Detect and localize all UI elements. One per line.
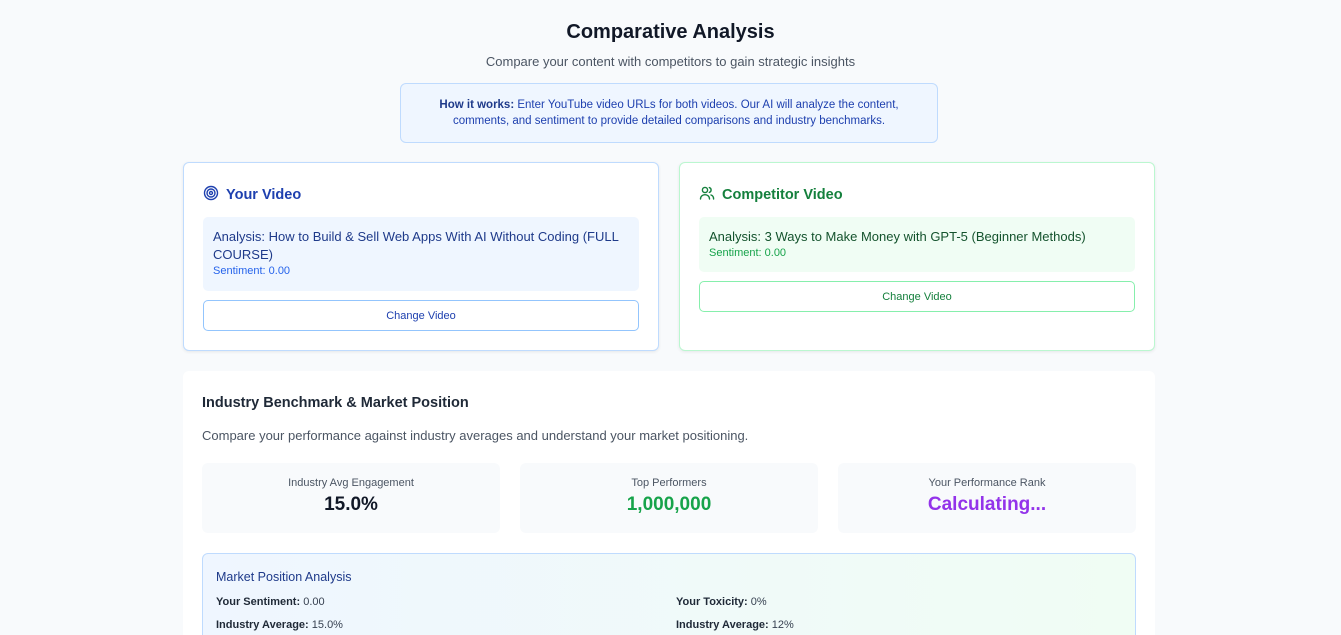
industry-benchmark-section: Industry Benchmark & Market Position Com… (183, 371, 1155, 635)
page-title: Comparative Analysis (566, 21, 775, 43)
row-label: Industry Average: (216, 619, 309, 631)
metric-value: 1,000,000 (626, 494, 712, 515)
how-it-works-label: How it works: (439, 99, 515, 111)
market-position-analysis: Market Position Analysis Your Sentiment:… (202, 553, 1136, 635)
metric-label: Your Performance Rank (928, 477, 1046, 489)
benchmark-description: Compare your performance against industr… (202, 428, 749, 443)
row-value: 12% (768, 619, 794, 631)
competitor-video-heading: Competitor Video (722, 187, 843, 203)
your-video-change-button[interactable]: Change Video (203, 300, 639, 331)
metric-top-performers: Top Performers 1,000,000 (520, 463, 818, 533)
row-value: 0% (747, 596, 767, 608)
metric-performance-rank: Your Performance Rank Calculating... (838, 463, 1136, 533)
your-sentiment-row: Your Sentiment: 0.00 (216, 596, 325, 608)
row-value: 15.0% (308, 619, 343, 631)
competitor-video-card: Competitor Video Analysis: 3 Ways to Mak… (679, 162, 1155, 351)
competitor-video-analysis-title: Analysis: 3 Ways to Make Money with GPT-… (709, 229, 1086, 244)
competitor-video-sentiment: Sentiment: 0.00 (709, 247, 787, 259)
your-video-analysis-title: Analysis: How to Build & Sell Web Apps W… (213, 229, 619, 262)
how-it-works-box: How it works: Enter YouTube video URLs f… (400, 83, 938, 143)
metric-value: Calculating... (927, 494, 1047, 515)
industry-average-toxicity-row: Industry Average: 12% (676, 619, 794, 631)
competitor-video-header: Competitor Video (699, 185, 843, 205)
row-label: Your Sentiment: (216, 596, 301, 608)
row-label: Your Toxicity: (676, 596, 748, 608)
your-toxicity-row: Your Toxicity: 0% (676, 596, 767, 608)
metric-label: Top Performers (631, 477, 707, 489)
competitor-video-analysis: Analysis: 3 Ways to Make Money with GPT-… (699, 217, 1135, 272)
your-video-sentiment: Sentiment: 0.00 (213, 265, 291, 277)
page-subtitle: Compare your content with competitors to… (485, 54, 856, 69)
users-icon (699, 185, 715, 205)
market-position-title: Market Position Analysis (216, 570, 352, 584)
metric-label: Industry Avg Engagement (288, 477, 414, 489)
how-it-works-text: Enter YouTube video URLs for both videos… (452, 99, 899, 127)
your-video-analysis: Analysis: How to Build & Sell Web Apps W… (203, 217, 639, 291)
row-label: Industry Average: (676, 619, 769, 631)
metric-industry-avg-engagement: Industry Avg Engagement 15.0% (202, 463, 500, 533)
competitor-video-change-button[interactable]: Change Video (699, 281, 1135, 312)
benchmark-title: Industry Benchmark & Market Position (202, 395, 469, 411)
metric-value: 15.0% (324, 494, 378, 515)
target-icon (203, 185, 219, 205)
your-video-heading: Your Video (226, 187, 302, 203)
row-value: 0.00 (300, 596, 325, 608)
your-video-card: Your Video Analysis: How to Build & Sell… (183, 162, 659, 351)
industry-average-sentiment-row: Industry Average: 15.0% (216, 619, 343, 631)
your-video-header: Your Video (203, 185, 301, 205)
